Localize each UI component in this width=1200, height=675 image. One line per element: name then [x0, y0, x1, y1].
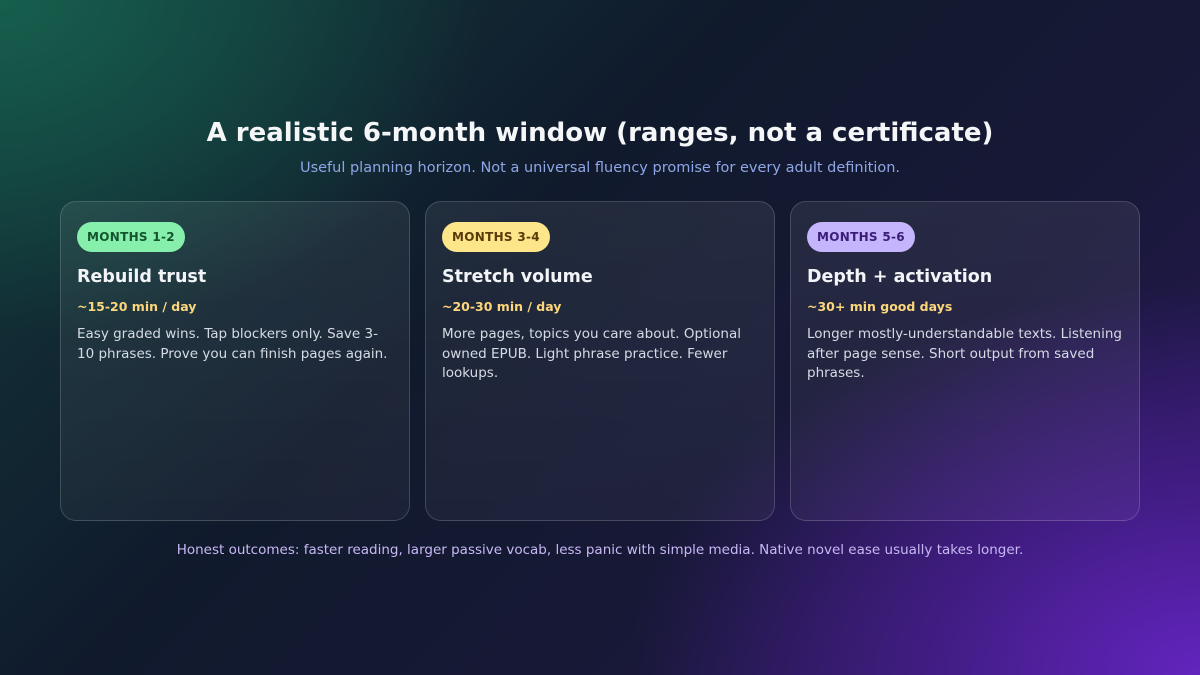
phase-title: Depth + activation [807, 267, 993, 287]
phase-description: More pages, topics you care about. Optio… [442, 326, 741, 381]
phase-badge: MONTHS 3-4 [442, 222, 550, 252]
phase-time: ~15-20 min / day [77, 299, 197, 314]
phase-card-months-1-2: MONTHS 1-2 Rebuild trust ~15-20 min / da… [60, 201, 410, 521]
phase-badge: MONTHS 5-6 [807, 222, 915, 252]
phase-time: ~20-30 min / day [442, 299, 562, 314]
phase-title: Rebuild trust [77, 267, 207, 287]
phase-cards: MONTHS 1-2 Rebuild trust ~15-20 min / da… [60, 201, 1140, 521]
page-subtitle: Useful planning horizon. Not a universal… [299, 160, 901, 176]
phase-description: Longer mostly-understandable texts. List… [807, 326, 1122, 381]
footer-note: Honest outcomes: faster reading, larger … [176, 542, 1024, 558]
phase-description: Easy graded wins. Tap blockers only. Sav… [77, 326, 388, 362]
phase-title: Stretch volume [442, 267, 593, 287]
phase-badge: MONTHS 1-2 [77, 222, 185, 252]
page-title: A realistic 6-month window (ranges, not … [206, 118, 994, 148]
phase-time: ~30+ min good days [807, 299, 953, 314]
phase-card-months-3-4: MONTHS 3-4 Stretch volume ~20-30 min / d… [425, 201, 775, 521]
phase-card-months-5-6: MONTHS 5-6 Depth + activation ~30+ min g… [790, 201, 1140, 521]
